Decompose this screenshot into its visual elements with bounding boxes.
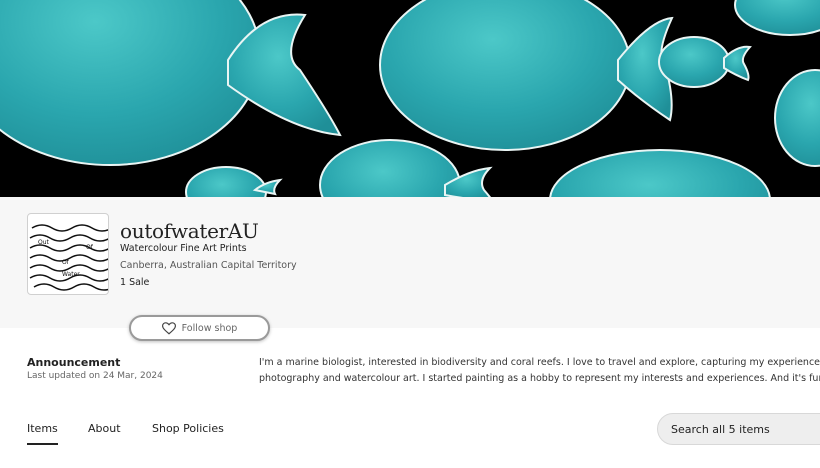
svg-text:Of: Of	[86, 244, 94, 251]
announcement-title: Announcement	[27, 356, 121, 369]
waves-logo-icon: Out Of Of Water	[29, 224, 108, 291]
follow-shop-button[interactable]: Follow shop	[129, 315, 270, 341]
shop-name: outofwaterAU	[120, 219, 259, 243]
announcement-line-2: photography and watercolour art. I start…	[259, 373, 820, 384]
shop-tagline: Watercolour Fine Art Prints	[120, 243, 247, 254]
shop-sales-count[interactable]: 1 Sale	[120, 277, 149, 288]
shop-banner	[0, 0, 820, 197]
svg-text:Of: Of	[62, 259, 70, 266]
shop-search	[657, 413, 820, 445]
fish-watercolour-banner	[0, 0, 820, 197]
shop-logo[interactable]: Out Of Of Water	[27, 213, 109, 295]
search-input[interactable]	[669, 421, 820, 437]
announcement-text: I'm a marine biologist, interested in bi…	[259, 355, 820, 387]
svg-text:Water: Water	[62, 271, 80, 278]
svg-text:Out: Out	[38, 239, 50, 246]
tab-shop-policies[interactable]: Shop Policies	[152, 422, 224, 435]
shop-header: Out Of Of Water outofwaterAU Watercolour…	[0, 197, 820, 328]
follow-shop-label: Follow shop	[181, 322, 238, 334]
announcement-line-1: I'm a marine biologist, interested in bi…	[259, 357, 820, 368]
tab-items[interactable]: Items	[27, 422, 58, 445]
shop-location: Canberra, Australian Capital Territory	[120, 260, 297, 271]
tab-about[interactable]: About	[88, 422, 121, 435]
heart-icon	[161, 321, 176, 335]
announcement-date: Last updated on 24 Mar, 2024	[27, 371, 163, 381]
